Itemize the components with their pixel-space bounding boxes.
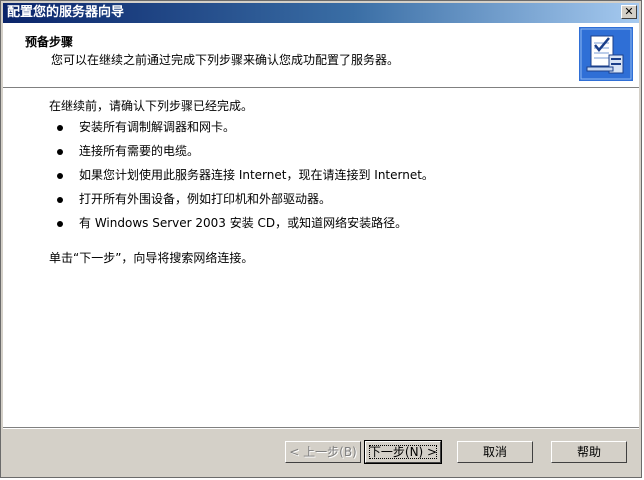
cancel-button[interactable]: 取消 (457, 441, 533, 463)
wizard-checklist-icon (579, 27, 633, 81)
wizard-content: 在继续前，请确认下列步骤已经完成。 安装所有调制解调器和网卡。 连接所有需要的电… (3, 89, 639, 427)
wizard-window: 配置您的服务器向导 ✕ 预备步骤 您可以在继续之前通过完成下列步骤来确认您成功配… (0, 0, 642, 478)
page-subtitle: 您可以在继续之前通过完成下列步骤来确认您成功配置了服务器。 (51, 53, 400, 67)
outro-text: 单击“下一步”，向导将搜索网络连接。 (49, 251, 254, 265)
bullet-icon (57, 125, 63, 131)
next-button-label: 下一步(N) > (368, 445, 438, 459)
page-title: 预备步骤 (25, 35, 74, 49)
close-icon: ✕ (624, 5, 634, 18)
help-button[interactable]: 帮助 (551, 441, 627, 463)
close-button[interactable]: ✕ (621, 5, 637, 19)
list-item-text: 连接所有需要的电缆。 (79, 144, 200, 158)
list-item-text: 如果您计划使用此服务器连接 Internet，现在请连接到 Internet。 (79, 168, 434, 182)
intro-text: 在继续前，请确认下列步骤已经完成。 (49, 99, 254, 113)
window-title: 配置您的服务器向导 (7, 5, 125, 20)
list-item-text: 有 Windows Server 2003 安装 CD，或知道网络安装路径。 (79, 216, 408, 230)
bullet-icon (57, 197, 63, 203)
list-item-text: 安装所有调制解调器和网卡。 (79, 120, 236, 134)
bullet-icon (57, 149, 63, 155)
footer-divider (3, 427, 639, 429)
bullet-icon (57, 173, 63, 179)
wizard-header: 预备步骤 您可以在继续之前通过完成下列步骤来确认您成功配置了服务器。 (3, 23, 639, 87)
list-item-text: 打开所有外围设备，例如打印机和外部驱动器。 (79, 192, 332, 206)
bullet-icon (57, 221, 63, 227)
next-button[interactable]: 下一步(N) > (364, 440, 442, 464)
back-button[interactable]: < 上一步(B) (285, 441, 361, 463)
title-bar: 配置您的服务器向导 ✕ (3, 3, 639, 23)
